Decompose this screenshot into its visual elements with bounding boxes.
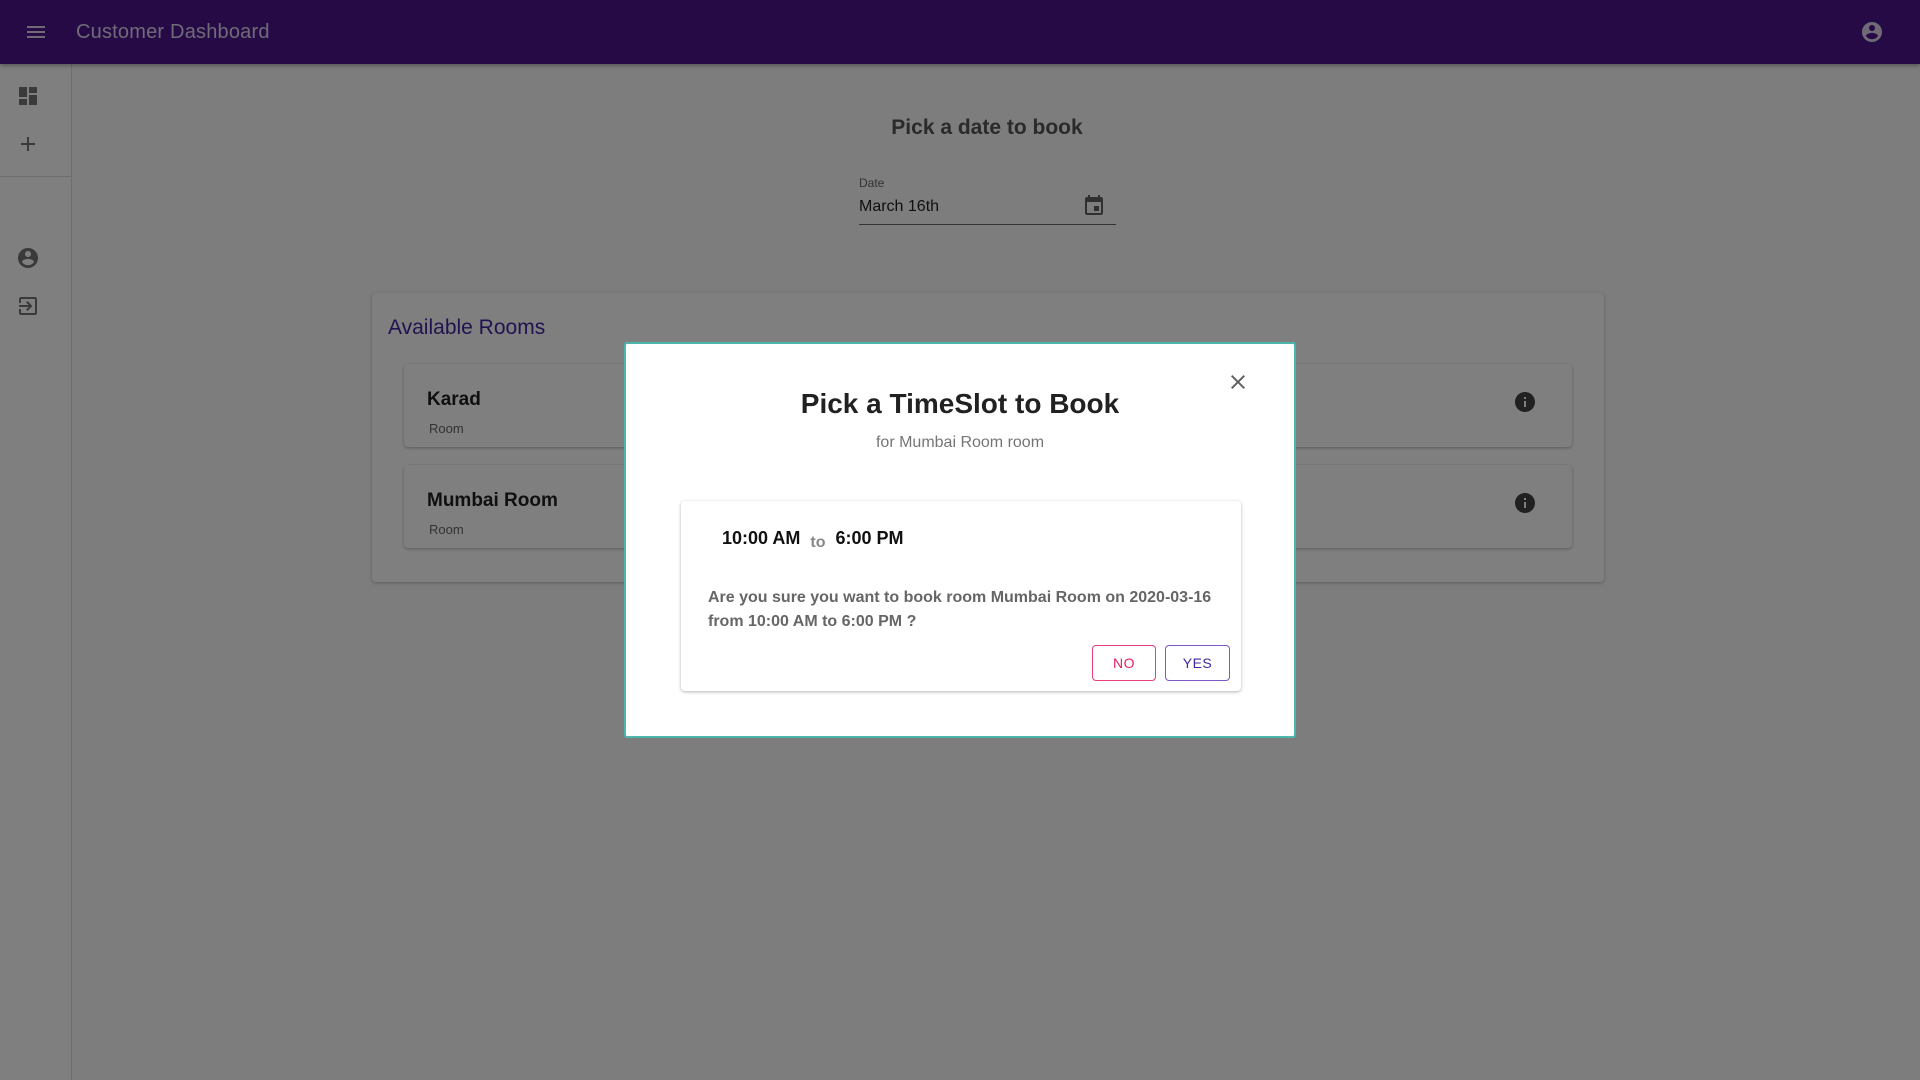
dialog-subtitle: for Mumbai Room room — [875, 434, 1045, 451]
slot-end-time: 6:00 PM — [835, 528, 904, 548]
timeslot-range: 10:00 AM to 6:00 PM — [722, 528, 904, 551]
dialog-title: Pick a TimeSlot to Book — [800, 388, 1120, 419]
slot-start-time: 10:00 AM — [722, 528, 801, 548]
slot-separator: to — [810, 534, 826, 551]
yes-button[interactable]: Yes — [1165, 645, 1230, 681]
timeslot-card: 10:00 AM to 6:00 PM Are you sure you wan… — [681, 501, 1241, 691]
timeslot-dialog: Pick a TimeSlot to Book for Mumbai Room … — [624, 342, 1296, 738]
booking-confirmation-text: Are you sure you want to book room Mumba… — [708, 589, 1212, 630]
no-button[interactable]: No — [1092, 645, 1156, 681]
